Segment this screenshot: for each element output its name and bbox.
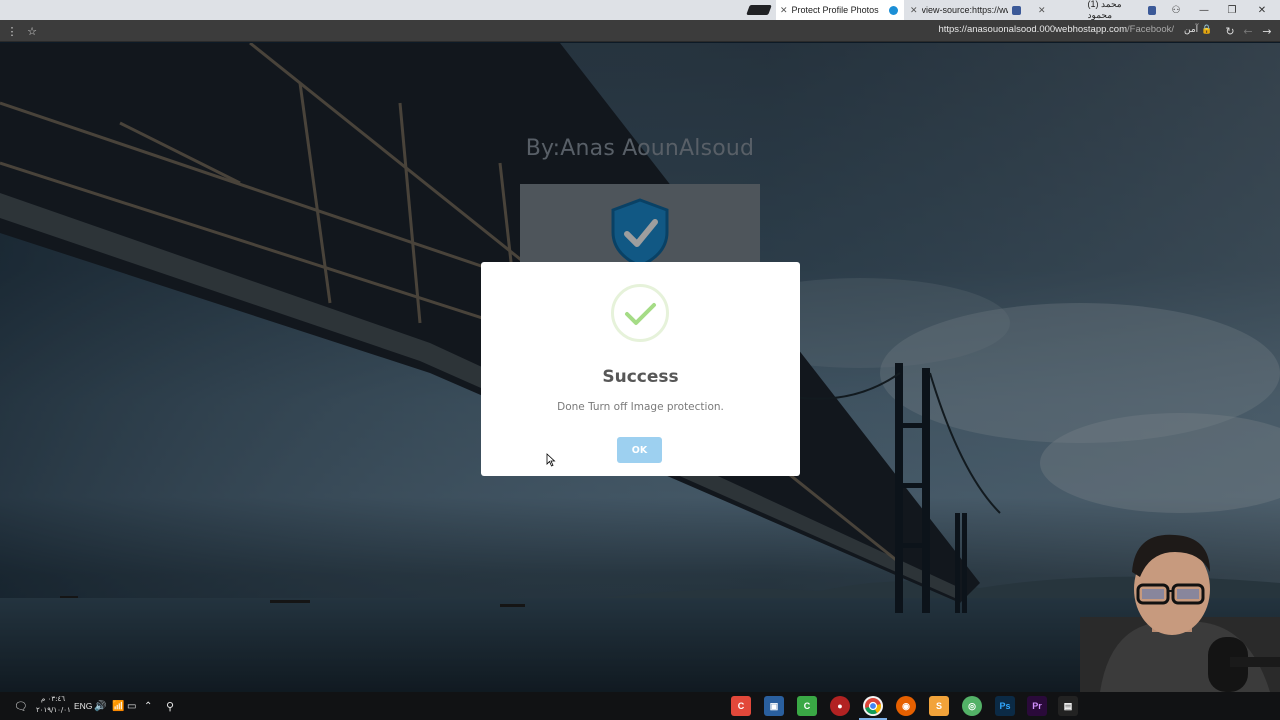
dialog-title: Success (602, 367, 679, 387)
chrome-app-icon[interactable] (859, 696, 887, 720)
incognito-icon: ⚇ (1171, 4, 1181, 16)
notifications-icon[interactable]: 🗨 (14, 692, 28, 720)
clock-time: ٠٣:٤٦ م (41, 695, 65, 703)
restore-icon[interactable]: ❐ (1218, 0, 1246, 20)
minimize-icon[interactable]: — (1190, 0, 1218, 20)
recorder-app-icon[interactable]: ● (830, 696, 850, 716)
show-hidden-icons-icon[interactable]: ⌃ (144, 692, 152, 720)
photoshop-app-icon[interactable]: Ps (995, 696, 1015, 716)
camtasia-app-icon[interactable]: C (731, 696, 751, 716)
battery-icon[interactable]: ▭ (127, 692, 136, 720)
shield-favicon-icon (889, 5, 898, 15)
close-window-icon[interactable]: ✕ (1248, 0, 1276, 20)
forward-icon[interactable]: → (1259, 23, 1275, 39)
tab-title: view-source:https://www (921, 5, 1008, 15)
mouse-cursor-icon (546, 453, 556, 467)
new-tab-button[interactable] (746, 5, 772, 15)
browser-app-icon[interactable]: ◎ (962, 696, 982, 716)
language-indicator[interactable]: ENG (74, 692, 92, 720)
camtasia-recorder-app-icon[interactable]: C (797, 696, 817, 716)
video-editor-app-icon[interactable]: ▣ (764, 696, 784, 716)
url-path: /Facebook/ (1127, 24, 1174, 35)
people-icon[interactable]: ⚲ (166, 692, 174, 720)
secure-indicator[interactable]: آمن 🔒 (1184, 25, 1212, 35)
volume-icon[interactable]: 🔊 (94, 692, 106, 720)
tab-title: Protect Profile Photos (791, 5, 879, 15)
star-icon[interactable]: ☆ (24, 23, 40, 39)
tab-title: (1) محمد محمود (1087, 0, 1122, 20)
url-host: https://anasouonalsood.000webhostapp.com (938, 24, 1127, 35)
close-tab-icon[interactable]: ✕ (780, 5, 788, 16)
firefox-app-icon[interactable]: ◉ (896, 696, 916, 716)
app-icon[interactable]: ▤ (1058, 696, 1078, 716)
address-bar[interactable]: https://anasouonalsood.000webhostapp.com… (938, 24, 1174, 35)
wifi-icon[interactable]: 📶 (112, 692, 124, 720)
success-dialog: Success Done Turn off Image protection. … (481, 262, 800, 476)
tab-facebook[interactable]: ✕ (1) محمد محمود (1034, 0, 1160, 20)
tab-strip: ✕ Protect Profile Photos ✕ view-source:h… (0, 0, 1280, 20)
menu-icon[interactable]: ⋮ (4, 23, 20, 39)
webcam-overlay (1080, 534, 1280, 692)
browser-toolbar: ⋮ ☆ https://anasouonalsood.000webhostapp… (0, 20, 1280, 42)
taskbar: 🗨 ٠٣:٤٦ م ٢٠١٩/١٠/٠١ ENG 🔊 📶 ▭ ⌃ ⚲ C ▣ C… (0, 692, 1280, 720)
clock-date: ٢٠١٩/١٠/٠١ (36, 706, 71, 714)
close-tab-icon[interactable]: ✕ (1038, 5, 1046, 16)
facebook-favicon-icon (1147, 5, 1156, 15)
close-tab-icon[interactable]: ✕ (910, 5, 918, 16)
facebook-favicon-icon (1011, 5, 1021, 15)
dialog-message: Done Turn off Image protection. (557, 401, 724, 413)
tab-protect-profile-photos[interactable]: ✕ Protect Profile Photos (776, 0, 904, 20)
sublime-text-app-icon[interactable]: S (929, 696, 949, 716)
reload-icon[interactable]: ↻ (1222, 23, 1238, 39)
tab-view-source[interactable]: ✕ view-source:https://www (906, 0, 1032, 20)
ok-button[interactable]: OK (617, 437, 662, 463)
success-check-icon (611, 284, 669, 342)
secure-label: آمن (1184, 25, 1199, 35)
premiere-app-icon[interactable]: Pr (1027, 696, 1047, 716)
lock-icon: 🔒 (1201, 25, 1213, 35)
back-icon[interactable]: ← (1240, 23, 1256, 39)
clock[interactable]: ٠٣:٤٦ م ٢٠١٩/١٠/٠١ (36, 694, 71, 716)
